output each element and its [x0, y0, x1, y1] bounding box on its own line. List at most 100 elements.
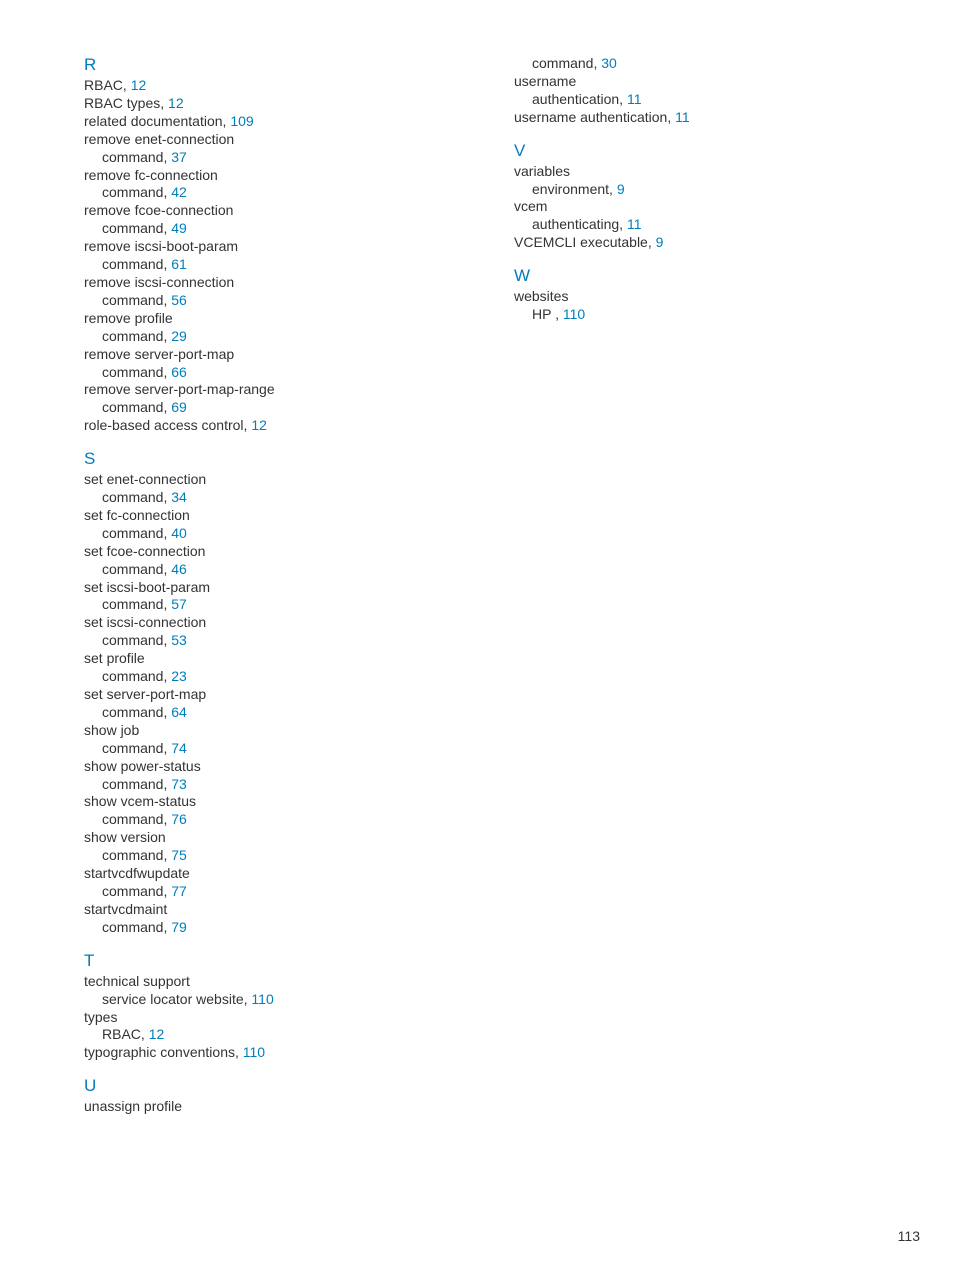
index-entry-text: command, [102, 220, 171, 236]
index-page-link[interactable]: 76 [171, 811, 187, 827]
index-page-link[interactable]: 66 [171, 364, 187, 380]
index-entry: startvcdfwupdate [84, 865, 474, 883]
index-entry: role-based access control, 12 [84, 417, 474, 435]
index-entry: command, 37 [84, 149, 474, 167]
index-entry-text: set fcoe-connection [84, 543, 205, 559]
index-column-right: command, 30usernameauthentication, 11use… [514, 55, 904, 1116]
index-page-link[interactable]: 12 [131, 77, 147, 93]
index-entry-text: related documentation, [84, 113, 230, 129]
index-entry-text: command, [102, 399, 171, 415]
index-page-link[interactable]: 37 [171, 149, 187, 165]
index-entry: command, 77 [84, 883, 474, 901]
index-entry-text: VCEMCLI executable, [514, 234, 656, 250]
index-entry: command, 42 [84, 184, 474, 202]
index-page-link[interactable]: 9 [656, 234, 664, 250]
index-entry: set enet-connection [84, 471, 474, 489]
index-page-link[interactable]: 53 [171, 632, 187, 648]
index-entry: remove iscsi-connection [84, 274, 474, 292]
index-entry-text: command, [102, 811, 171, 827]
index-page-link[interactable]: 57 [171, 596, 187, 612]
index-entry: HP , 110 [514, 306, 904, 324]
index-page-link[interactable]: 110 [251, 991, 273, 1007]
index-entry: remove server-port-map [84, 346, 474, 364]
index-page-link[interactable]: 46 [171, 561, 187, 577]
index-entry: command, 79 [84, 919, 474, 937]
index-page-link[interactable]: 75 [171, 847, 187, 863]
index-page-link[interactable]: 34 [171, 489, 187, 505]
index-page-link[interactable]: 12 [149, 1026, 165, 1042]
index-entry-text: command, [102, 668, 171, 684]
index-entry-text: command, [102, 364, 171, 380]
index-page-link[interactable]: 110 [243, 1044, 265, 1060]
index-page-link[interactable]: 11 [627, 216, 642, 232]
index-page-link[interactable]: 61 [171, 256, 187, 272]
index-entry: show vcem-status [84, 793, 474, 811]
index-entry-text: command, [102, 256, 171, 272]
index-entry: authentication, 11 [514, 91, 904, 109]
index-entry-text: remove enet-connection [84, 131, 234, 147]
index-entry: variables [514, 163, 904, 181]
index-entry-text: command, [102, 184, 171, 200]
index-entry-text: show power-status [84, 758, 201, 774]
index-entry: remove server-port-map-range [84, 381, 474, 399]
index-page-link[interactable]: 77 [171, 883, 187, 899]
index-page: RRBAC, 12RBAC types, 12related documenta… [0, 0, 954, 1156]
index-entry: username [514, 73, 904, 91]
index-section-letter: V [514, 141, 904, 161]
index-page-link[interactable]: 12 [251, 417, 267, 433]
index-page-link[interactable]: 11 [675, 109, 690, 125]
index-entry-text: variables [514, 163, 570, 179]
index-entry: VCEMCLI executable, 9 [514, 234, 904, 252]
index-page-link[interactable]: 74 [171, 740, 187, 756]
index-page-link[interactable]: 40 [171, 525, 187, 541]
index-entry-text: command, [102, 740, 171, 756]
page-number: 113 [898, 1228, 920, 1244]
index-page-link[interactable]: 73 [171, 776, 187, 792]
index-entry-text: remove iscsi-boot-param [84, 238, 238, 254]
index-entry-text: remove fc-connection [84, 167, 218, 183]
index-page-link[interactable]: 49 [171, 220, 187, 236]
index-entry-text: service locator website, [102, 991, 251, 1007]
index-entry: authenticating, 11 [514, 216, 904, 234]
index-entry: remove enet-connection [84, 131, 474, 149]
index-page-link[interactable]: 11 [627, 91, 642, 107]
index-page-link[interactable]: 79 [171, 919, 187, 935]
index-entry-text: username [514, 73, 576, 89]
index-entry-text: remove server-port-map [84, 346, 234, 362]
index-page-link[interactable]: 12 [168, 95, 184, 111]
index-entry: command, 34 [84, 489, 474, 507]
index-entry-text: RBAC, [102, 1026, 149, 1042]
index-entry-text: typographic conventions, [84, 1044, 243, 1060]
index-entry: set server-port-map [84, 686, 474, 704]
index-entry: command, 75 [84, 847, 474, 865]
index-entry: command, 49 [84, 220, 474, 238]
index-page-link[interactable]: 56 [171, 292, 187, 308]
index-page-link[interactable]: 29 [171, 328, 187, 344]
index-page-link[interactable]: 42 [171, 184, 187, 200]
index-entry: websites [514, 288, 904, 306]
index-entry: unassign profile [84, 1098, 474, 1116]
index-entry: technical support [84, 973, 474, 991]
index-page-link[interactable]: 64 [171, 704, 187, 720]
index-entry-text: command, [102, 632, 171, 648]
index-entry: show version [84, 829, 474, 847]
index-section-letter: W [514, 266, 904, 286]
index-page-link[interactable]: 9 [617, 181, 625, 197]
index-entry: set iscsi-connection [84, 614, 474, 632]
index-entry: set fcoe-connection [84, 543, 474, 561]
index-entry-text: command, [102, 149, 171, 165]
index-page-link[interactable]: 23 [171, 668, 187, 684]
index-entry: command, 23 [84, 668, 474, 686]
index-entry: command, 73 [84, 776, 474, 794]
index-entry: show power-status [84, 758, 474, 776]
index-page-link[interactable]: 69 [171, 399, 187, 415]
index-page-link[interactable]: 109 [230, 113, 253, 129]
index-entry-text: set fc-connection [84, 507, 190, 523]
index-entry-text: show job [84, 722, 139, 738]
index-entry: RBAC, 12 [84, 77, 474, 95]
index-entry: command, 53 [84, 632, 474, 650]
index-page-link[interactable]: 110 [563, 306, 585, 322]
index-page-link[interactable]: 30 [601, 55, 617, 71]
index-entry-text: remove fcoe-connection [84, 202, 233, 218]
index-entry-text: RBAC types, [84, 95, 168, 111]
